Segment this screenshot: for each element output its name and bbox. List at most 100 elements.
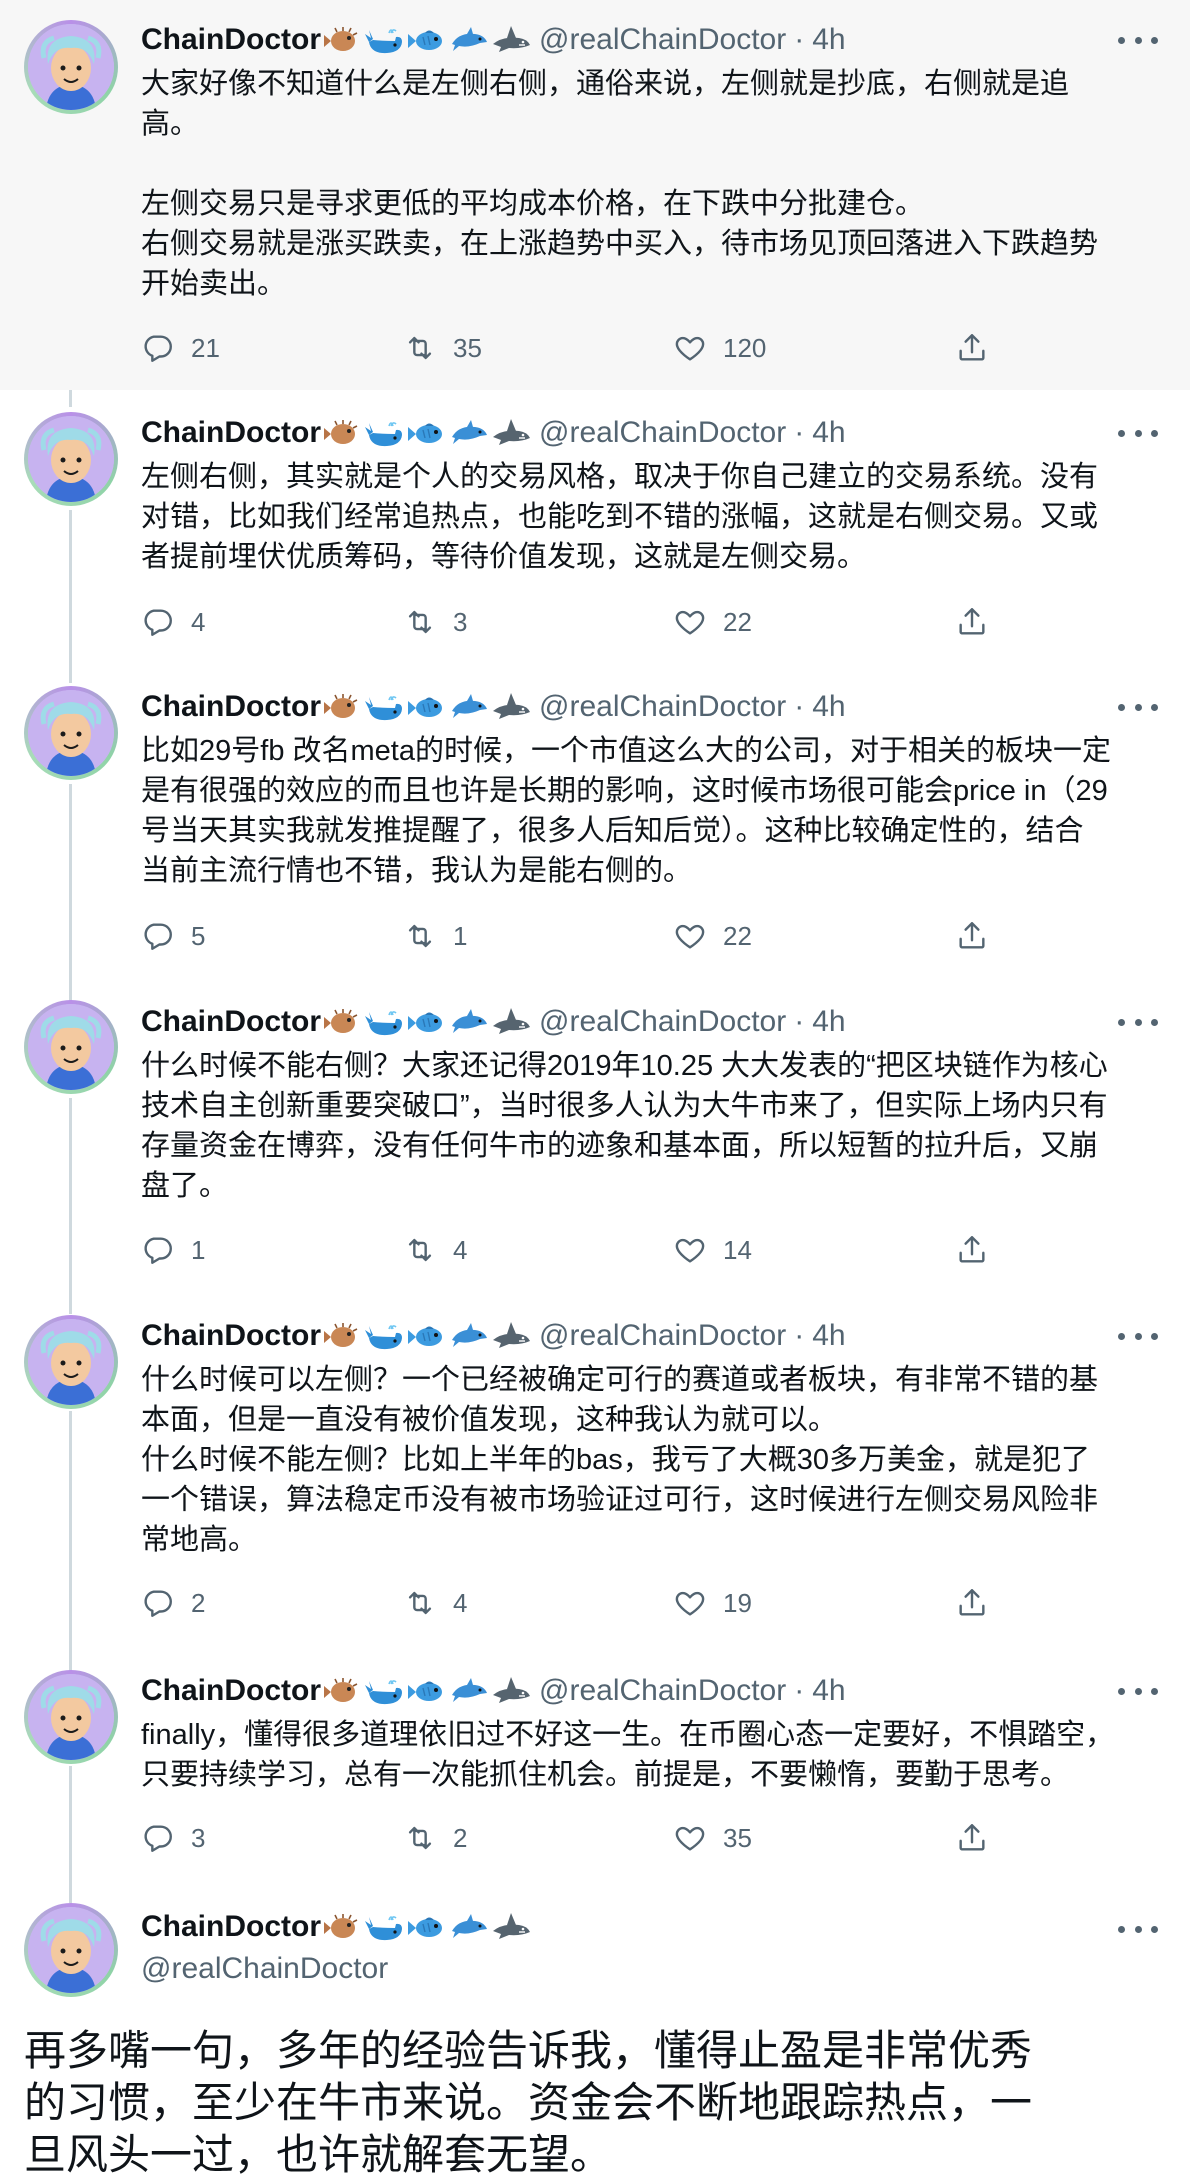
share-button[interactable] [955,1818,989,1858]
fish-icon [407,691,447,723]
tweet-time[interactable]: 4h [812,416,845,450]
author-handle[interactable]: @realChainDoctor [539,1319,786,1353]
whale-icon [365,24,405,56]
share-button[interactable] [955,328,989,368]
share-icon [959,922,985,949]
main-tweet-header: ChainDoctor @realChainDoctor [141,1905,533,1989]
author-name[interactable]: ChainDoctor [141,1674,321,1708]
author-name[interactable]: ChainDoctor [141,23,321,57]
tweet-header: ChainDoctor @realChainDoctor · 4h [141,1316,846,1356]
avatar[interactable] [24,1903,118,1997]
share-button[interactable] [955,602,989,642]
like-button[interactable]: 120 [673,328,766,368]
fish-icon [407,1911,447,1943]
author-handle[interactable]: @realChainDoctor [539,1005,786,1039]
author-name[interactable]: ChainDoctor [141,1319,321,1353]
author-handle[interactable]: @realChainDoctor [141,1949,533,1989]
more-options-button[interactable] [1118,1012,1158,1032]
author-handle[interactable]: @realChainDoctor [539,416,786,450]
avatar[interactable] [24,20,118,114]
like-count: 35 [723,1822,752,1853]
author-name[interactable]: ChainDoctor [141,1005,321,1039]
avatar[interactable] [24,412,118,506]
avatar-image [28,690,114,776]
separator-dot: · [794,1319,805,1352]
retweet-button[interactable]: 35 [403,328,482,368]
tweet-time[interactable]: 4h [812,1005,845,1039]
share-button[interactable] [955,1230,989,1270]
thread-line [69,1098,72,1314]
author-handle[interactable]: @realChainDoctor [539,23,786,57]
reply-count: 21 [191,332,220,363]
like-button[interactable]: 14 [673,1230,752,1270]
dolphin-icon [449,1675,489,1707]
author-name[interactable]: ChainDoctor [141,416,321,450]
shark-icon [491,691,531,723]
author-handle[interactable]: @realChainDoctor [539,1674,786,1708]
dolphin-icon [449,417,489,449]
puffer-fish-icon [323,1675,363,1707]
whale-icon [365,1911,405,1943]
more-options-button[interactable] [1118,423,1158,443]
retweet-button[interactable]: 2 [403,1818,467,1858]
tweet-time[interactable]: 4h [812,1319,845,1353]
retweet-button[interactable]: 3 [403,602,467,642]
retweet-count: 4 [453,1234,468,1265]
avatar[interactable] [24,1315,118,1409]
like-button[interactable]: 22 [673,602,752,642]
retweet-count: 1 [453,920,468,951]
retweet-button[interactable]: 4 [403,1230,467,1270]
more-options-button[interactable] [1118,1919,1158,1939]
retweet-icon [408,1238,432,1262]
tweet-text: finally，懂得很多道理依旧过不好这一生。在币圈心态一定要好，不惧踏空， 只要… [141,1715,1161,1795]
tweet-text-line: 左侧交易只是寻求更低的平均成本价格，在下跌中分批建仓。 [141,188,925,220]
tweet-text-line: 右侧交易就是涨买跌卖，在上涨趋势中买入，待市场见顶回落进入下跌趋势 [141,228,1099,260]
tweet-text-line: 号当天其实我就发推提醒了，很多人后知后觉）。这种比较确定性的，结合 [141,815,1084,847]
author-name[interactable]: ChainDoctor [141,690,321,724]
tweet-header: ChainDoctor @realChainDoctor · 4h [141,413,846,453]
puffer-fish-icon [323,1911,363,1943]
avatar[interactable] [24,1670,118,1764]
name-emojis [323,1006,533,1038]
avatar[interactable] [24,686,118,780]
retweet-icon [408,924,432,948]
tweet-time[interactable]: 4h [812,23,845,57]
tweet-text: 什么时候可以左侧？一个已经被确定可行的赛道或者板块，有非常不错的基 本面，但是一直… [141,1360,1161,1560]
author-handle[interactable]: @realChainDoctor [539,690,786,724]
whale-icon [365,1006,405,1038]
share-icon [959,1236,985,1263]
reply-button[interactable]: 1 [141,1230,205,1270]
retweet-icon [408,610,432,634]
reply-button[interactable]: 21 [141,328,220,368]
tweet-actions: 5 1 22 [141,916,1001,956]
retweet-count: 35 [453,332,482,363]
reply-button[interactable]: 4 [141,602,205,642]
reply-button[interactable]: 3 [141,1818,205,1858]
tweet-text-line: 再多嘴一句，多年的经验告诉我，懂得止盈是非常优秀 [24,2027,1033,2074]
name-emojis [323,1320,533,1352]
more-options-button[interactable] [1118,30,1158,50]
name-emojis [323,1911,533,1943]
reply-button[interactable]: 5 [141,916,205,956]
more-options-button[interactable] [1118,1681,1158,1701]
retweet-button[interactable]: 4 [403,1583,467,1623]
like-button[interactable]: 22 [673,916,752,956]
avatar[interactable] [24,1000,118,1094]
thread-line [69,510,72,683]
share-button[interactable] [955,1583,989,1623]
reply-button[interactable]: 2 [141,1583,205,1623]
like-button[interactable]: 19 [673,1583,752,1623]
like-button[interactable]: 35 [673,1818,752,1858]
dolphin-icon [449,691,489,723]
more-options-button[interactable] [1118,697,1158,717]
separator-dot: · [794,1674,805,1707]
share-button[interactable] [955,916,989,956]
tweet-time[interactable]: 4h [812,690,845,724]
more-options-button[interactable] [1118,1326,1158,1346]
author-name[interactable]: ChainDoctor [141,1907,321,1947]
tweet-time[interactable]: 4h [812,1674,845,1708]
fish-icon [407,1006,447,1038]
shark-icon [491,417,531,449]
retweet-button[interactable]: 1 [403,916,467,956]
